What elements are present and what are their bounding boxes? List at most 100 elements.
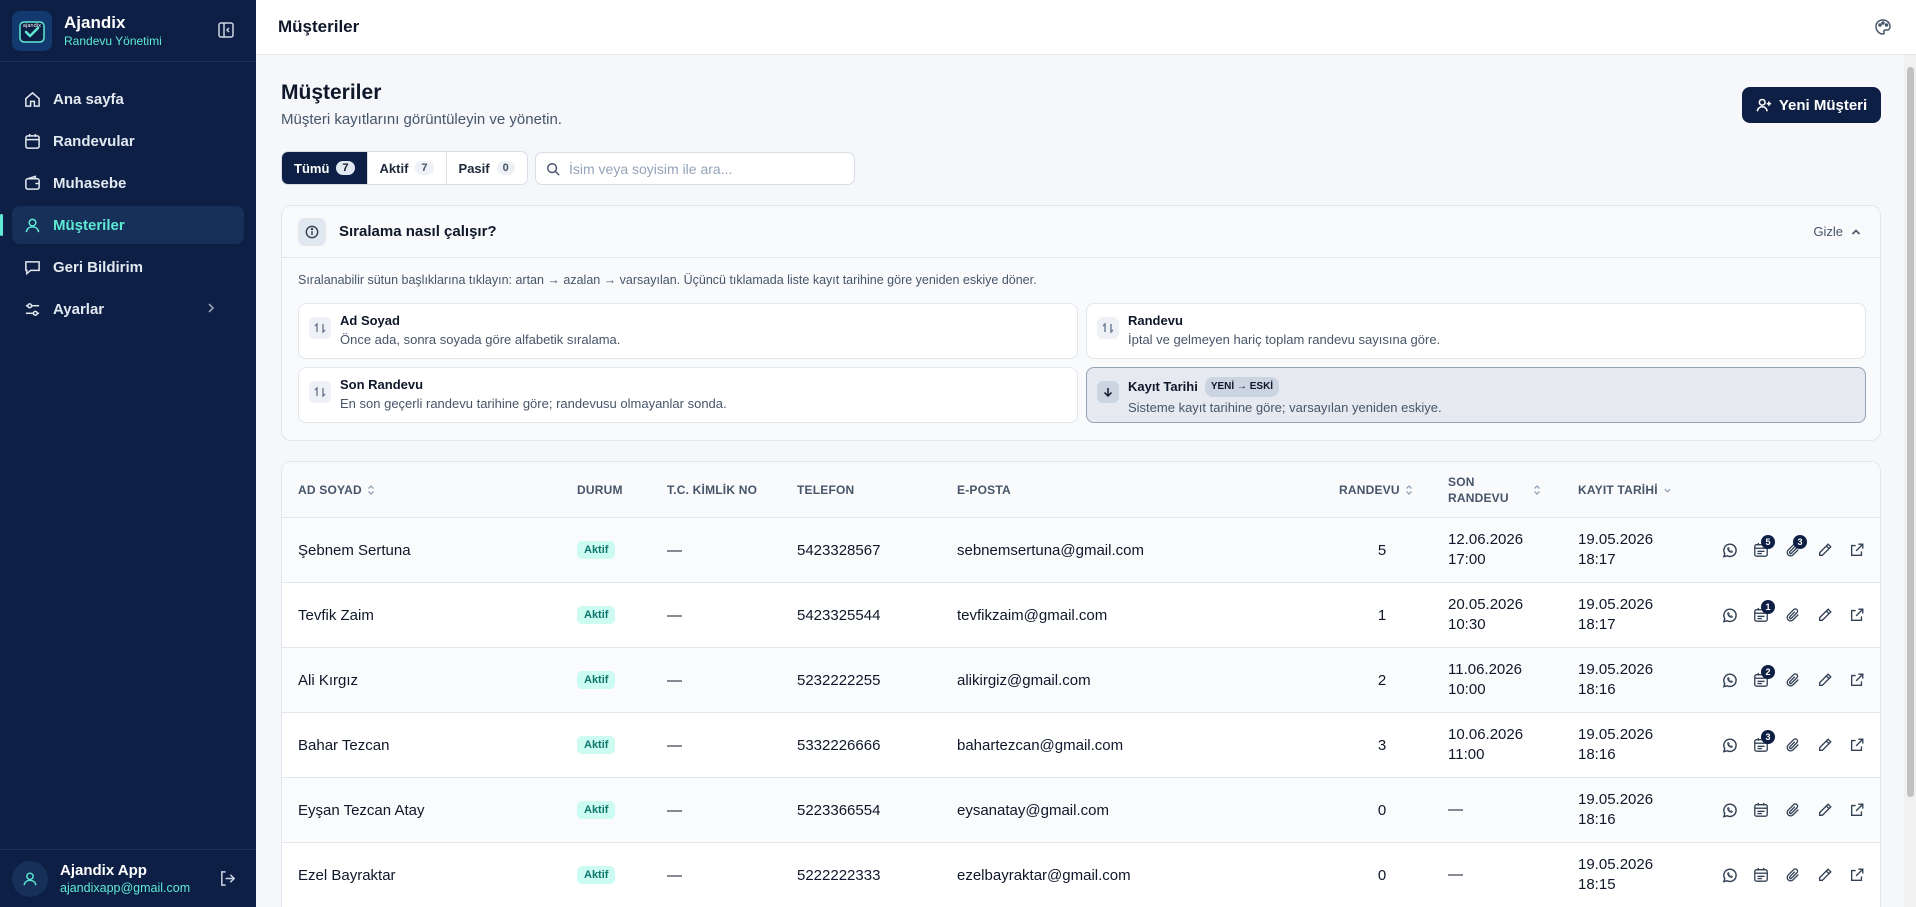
- open-external-icon[interactable]: [1841, 534, 1873, 566]
- whatsapp-icon[interactable]: [1713, 664, 1745, 696]
- sorting-info-title: Sıralama nasıl çalışır?: [339, 223, 497, 240]
- table-row[interactable]: Şebnem Sertuna Aktif — 5423328567 sebnem…: [282, 518, 1880, 583]
- phone-number: 5332226666: [797, 736, 881, 754]
- column-header-name[interactable]: AD SOYAD: [298, 462, 375, 518]
- whatsapp-icon[interactable]: [1713, 729, 1745, 761]
- customers-table: AD SOYAD DURUM T.C. KİMLİK NO TELEFON E-…: [281, 461, 1881, 907]
- attachment-icon[interactable]: [1777, 599, 1809, 631]
- filter-count: 0: [496, 161, 515, 175]
- edit-icon[interactable]: [1809, 599, 1841, 631]
- filter-count: 7: [415, 161, 434, 175]
- filter-tab-passive[interactable]: Pasif 0: [447, 152, 527, 184]
- attachment-icon[interactable]: 3: [1777, 534, 1809, 566]
- edit-icon[interactable]: [1809, 794, 1841, 826]
- sort-card-title: Son Randevu: [340, 377, 424, 392]
- nav-item-home[interactable]: Ana sayfa: [12, 80, 244, 118]
- table-row[interactable]: Eyşan Tezcan Atay Aktif — 5223366554 eys…: [282, 778, 1880, 843]
- nav-item-feedback[interactable]: Geri Bildirim: [12, 248, 244, 286]
- nav-label: Randevular: [53, 132, 135, 150]
- last-appointment: —: [1448, 843, 1463, 907]
- appointments-icon[interactable]: [1745, 859, 1777, 891]
- edit-icon[interactable]: [1809, 729, 1841, 761]
- sorting-info-header[interactable]: Sıralama nasıl çalışır? Gizle: [282, 206, 1880, 258]
- attachment-icon[interactable]: [1777, 664, 1809, 696]
- brand-tagline: Randevu Yönetimi: [64, 33, 162, 48]
- appointments-icon[interactable]: 2: [1745, 664, 1777, 696]
- nav-item-accounting[interactable]: Muhasebe: [12, 164, 244, 202]
- edit-icon[interactable]: [1809, 664, 1841, 696]
- app-logo[interactable]: ajandix: [12, 10, 52, 51]
- open-external-icon[interactable]: [1841, 729, 1873, 761]
- registration-date: 19.05.2026 18:16: [1578, 778, 1653, 842]
- search-icon: [547, 162, 560, 176]
- user-icon: [23, 872, 37, 885]
- sort-arrows-icon: [309, 381, 331, 403]
- registration-date-time: 18:16: [1578, 746, 1616, 763]
- customer-name[interactable]: Bahar Tezcan: [298, 713, 389, 777]
- nav-item-appointments[interactable]: Randevular: [12, 122, 244, 160]
- whatsapp-icon[interactable]: [1713, 859, 1745, 891]
- filter-tab-active[interactable]: Aktif 7: [368, 152, 447, 184]
- sort-card-title: Randevu: [1128, 313, 1183, 328]
- last-appointment-time: 17:00: [1448, 551, 1486, 568]
- topbar-title: Müşteriler: [278, 17, 360, 36]
- whatsapp-icon[interactable]: [1713, 599, 1745, 631]
- open-external-icon[interactable]: [1841, 664, 1873, 696]
- table-row[interactable]: Bahar Tezcan Aktif — 5332226666 bahartez…: [282, 713, 1880, 778]
- filter-tab-all[interactable]: Tümü 7: [282, 152, 368, 184]
- column-header-appointment[interactable]: RANDEVU: [1339, 462, 1413, 518]
- customer-name[interactable]: Eyşan Tezcan Atay: [298, 778, 424, 842]
- palette-icon[interactable]: [1874, 18, 1892, 41]
- scrollbar-thumb[interactable]: [1907, 67, 1914, 797]
- column-header-status: DURUM: [577, 483, 623, 497]
- sorting-info-panel: Sıralama nasıl çalışır? Gizle Sıralanabi…: [281, 205, 1881, 441]
- arrow-down-icon: [1097, 381, 1119, 403]
- open-external-icon[interactable]: [1841, 794, 1873, 826]
- column-header-registration-date[interactable]: KAYIT TARİHİ: [1578, 462, 1672, 518]
- edit-icon[interactable]: [1809, 859, 1841, 891]
- sort-icon: [1533, 485, 1540, 495]
- attachment-icon[interactable]: [1777, 859, 1809, 891]
- table-row[interactable]: Ezel Bayraktar Aktif — 5222222333 ezelba…: [282, 843, 1880, 907]
- whatsapp-icon[interactable]: [1713, 794, 1745, 826]
- user-profile[interactable]: Ajandix App ajandixapp@gmail.com: [0, 849, 256, 907]
- whatsapp-icon[interactable]: [1713, 534, 1745, 566]
- status-badge: Aktif: [577, 736, 616, 754]
- appointments-icon[interactable]: [1745, 794, 1777, 826]
- customer-name[interactable]: Tevfik Zaim: [298, 583, 374, 647]
- new-customer-button[interactable]: Yeni Müşteri: [1742, 87, 1881, 123]
- attachment-icon[interactable]: [1777, 729, 1809, 761]
- edit-icon[interactable]: [1809, 534, 1841, 566]
- page-scrollbar[interactable]: [1904, 55, 1916, 907]
- registration-date-day: 19.05.2026: [1578, 531, 1654, 548]
- customer-name[interactable]: Şebnem Sertuna: [298, 518, 411, 582]
- open-external-icon[interactable]: [1841, 859, 1873, 891]
- open-external-icon[interactable]: [1841, 599, 1873, 631]
- customer-name[interactable]: Ezel Bayraktar: [298, 843, 396, 907]
- column-header-last-appointment[interactable]: SON RANDEVU: [1448, 462, 1548, 518]
- registration-date-day: 19.05.2026: [1578, 726, 1654, 743]
- user-plus-icon: [1756, 98, 1771, 112]
- hide-info-button[interactable]: Gizle: [1813, 224, 1862, 239]
- nav-item-settings[interactable]: Ayarlar: [12, 290, 244, 328]
- sort-icon: [1405, 485, 1412, 495]
- sort-card-desc: İptal ve gelmeyen hariç toplam randevu s…: [1128, 332, 1441, 347]
- logout-icon[interactable]: [219, 870, 236, 892]
- appointments-icon[interactable]: 3: [1745, 729, 1777, 761]
- search-input[interactable]: [569, 160, 839, 177]
- last-appointment: 11.06.2026 10:00: [1448, 648, 1522, 712]
- sidebar-collapse-icon[interactable]: [216, 20, 236, 40]
- page-subtitle: Müşteri kayıtlarını görüntüleyin ve yöne…: [281, 111, 562, 128]
- row-actions: [1713, 778, 1873, 842]
- nav-item-customers[interactable]: Müşteriler: [0, 206, 244, 244]
- appointments-icon[interactable]: 5: [1745, 534, 1777, 566]
- attachment-icon[interactable]: [1777, 794, 1809, 826]
- table-row[interactable]: Ali Kırgız Aktif — 5232222255 alikirgiz@…: [282, 648, 1880, 713]
- table-row[interactable]: Tevfik Zaim Aktif — 5423325544 tevfikzai…: [282, 583, 1880, 648]
- status-cell: Aktif: [577, 843, 616, 907]
- customer-name[interactable]: Ali Kırgız: [298, 648, 358, 712]
- appointments-icon[interactable]: 1: [1745, 599, 1777, 631]
- appointment-count: 2: [1377, 671, 1387, 689]
- phone-number: 5222222333: [797, 866, 881, 884]
- email-address: eysanatay@gmail.com: [957, 801, 1109, 819]
